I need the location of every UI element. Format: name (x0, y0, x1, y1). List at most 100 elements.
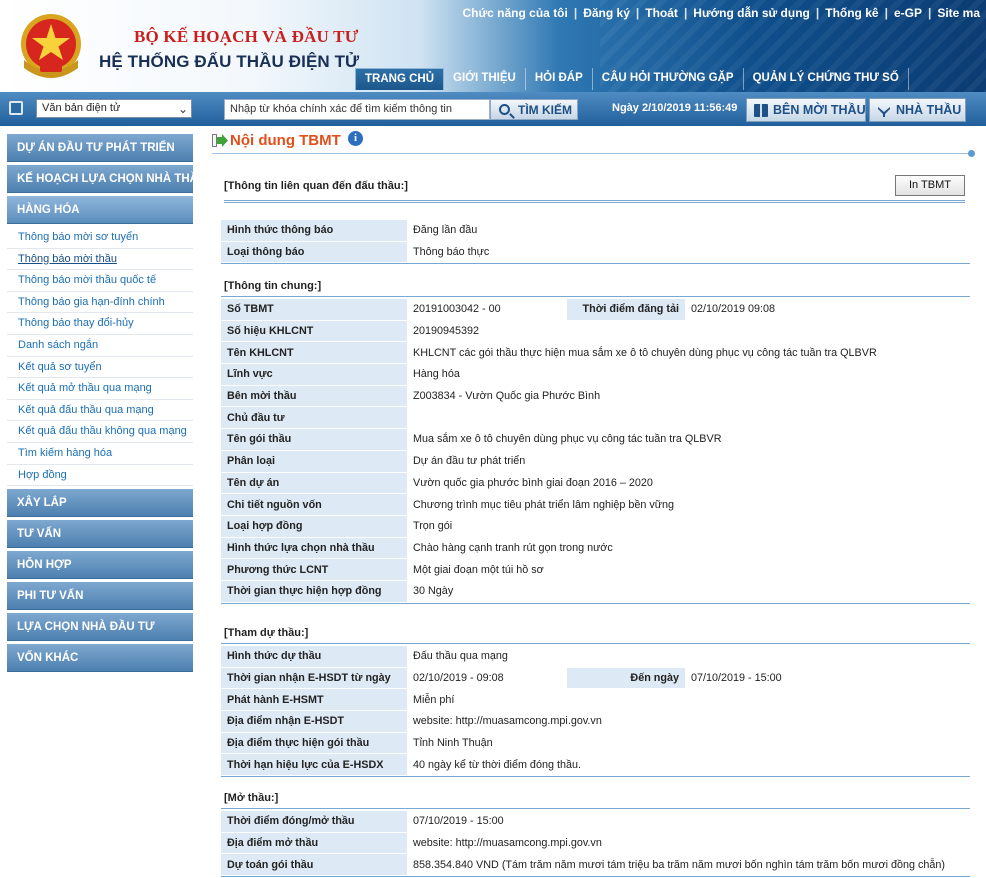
procuring-entity-label: BÊN MỜI THẦU (773, 103, 866, 117)
current-date: Ngày 2/10/2019 11:56:49 (612, 102, 738, 114)
sidebar-group-non-consulting[interactable]: PHI TƯ VẤN (7, 582, 193, 611)
table-row: Thời gian thực hiện hợp đồng 30 Ngày (221, 580, 970, 602)
table-row: Phát hành E-HSMT Miễn phí (221, 689, 970, 711)
field-label: Số hiệu KHLCNT (221, 320, 407, 342)
field-label: Tên dự án (221, 472, 407, 494)
table-row: Tên dự án Vườn quốc gia phước bình giai đ… (221, 472, 970, 494)
field-value: 02/10/2019 - 09:08 (407, 667, 567, 689)
sidebar-group-investor-selection[interactable]: LỰA CHỌN NHÀ ĐẦU TƯ (7, 613, 193, 642)
system-name: HỆ THỐNG ĐẤU THẦU ĐIỆN TỬ (99, 52, 360, 71)
field-value: website: http://muasamcong.mpi.gov.vn (407, 711, 970, 732)
field-value: 20190945392 (407, 320, 970, 342)
sidebar-item-offline-bidding-result[interactable]: Kết quả đấu thầu không qua mạng (7, 421, 193, 443)
sidebar-group-other-capital[interactable]: VỐN KHÁC (7, 644, 193, 673)
field-label: Loại thông báo (221, 241, 407, 263)
sidebar-group-development-investment[interactable]: DỰ ÁN ĐẦU TƯ PHÁT TRIỂN (7, 134, 193, 162)
table-row: Loại thông báo Thông báo thực (221, 241, 970, 263)
field-label: Lĩnh vực (221, 364, 407, 385)
top-link-logout[interactable]: Thoát (639, 6, 684, 20)
search-button[interactable]: TÌM KIẾM (490, 99, 578, 120)
field-value: 02/10/2019 09:08 (685, 299, 970, 320)
top-link-statistics[interactable]: Thống kê (819, 6, 884, 20)
table-row: Thời gian nhận E-HSDT từ ngày 02/10/2019… (221, 667, 970, 689)
sidebar-item-online-opening-result[interactable]: Kết quả mở thầu qua mạng (7, 378, 193, 400)
opening-table: Thời điểm đóng/mở thầu 07/10/2019 - 15:00… (221, 810, 970, 878)
field-label: Địa điểm thực hiện gói thầu (221, 732, 407, 754)
sidebar-item-change-cancel-notice[interactable]: Thông báo thay đổi-hủy (7, 313, 193, 335)
sidebar-group-construction[interactable]: XÂY LẮP (7, 489, 193, 518)
top-link-sitemap[interactable]: Site ma (931, 6, 986, 20)
table-row: Bên mời thầu Z003834 - Vườn Quốc gia Phướ… (221, 385, 970, 407)
table-row: Phân loại Dự án đầu tư phát triển (221, 450, 970, 472)
table-row: Chủ đầu tư (221, 407, 970, 429)
field-value: 20191003042 - 00 (407, 299, 567, 320)
tab-faq[interactable]: CÂU HỎI THƯỜNG GẶP (593, 68, 744, 90)
section-divider (221, 643, 970, 644)
search-button-label: TÌM KIẾM (518, 103, 572, 117)
sidebar-group-mixed[interactable]: HỖN HỢP (7, 551, 193, 580)
tab-certificate-management[interactable]: QUẢN LÝ CHỨNG THƯ SỐ (744, 68, 909, 90)
sidebar-item-tender-notice[interactable]: Thông báo mời thầu (7, 249, 193, 271)
top-link-register[interactable]: Đăng ký (577, 6, 636, 20)
table-row: Hình thức dự thầu Đấu thầu qua mạng (221, 646, 970, 667)
main-nav: TRANG CHỦ GIỚI THIỆU HỎI ĐÁP CÂU HỎI THƯ… (355, 68, 909, 90)
sidebar-group-contractor-selection-plan[interactable]: KẾ HOẠCH LỰA CHỌN NHÀ THẦU (7, 165, 206, 193)
field-value: Chào hàng cạnh tranh rút gọn trong nước (407, 537, 970, 559)
document-type-select[interactable]: Văn bản điện tử ⌄ (36, 99, 192, 118)
sidebar: DỰ ÁN ĐẦU TƯ PHÁT TRIỂN KẾ HOẠCH LỰA CHỌ… (7, 134, 206, 675)
table-row: Hình thức thông báo Đăng lần đầu (221, 220, 970, 241)
sidebar-group-consulting[interactable]: TƯ VẤN (7, 520, 193, 549)
table-row: Phương thức LCNT Một giai đoạn một túi hồ… (221, 559, 970, 580)
field-label: Địa điểm nhận E-HSDT (221, 711, 407, 732)
participation-table: Hình thức dự thầu Đấu thầu qua mạng Thời … (221, 645, 970, 778)
procuring-entity-button[interactable]: BÊN MỜI THẦU (746, 98, 866, 122)
field-label: Dự toán gói thầu (221, 854, 407, 876)
table-row: Hình thức lựa chọn nhà thầu Chào hàng cạn… (221, 537, 970, 559)
sidebar-group-goods[interactable]: HÀNG HÓA (7, 196, 193, 224)
sidebar-item-online-bidding-result[interactable]: Kết quả đấu thầu qua mạng (7, 400, 193, 422)
sidebar-item-extension-correction-notice[interactable]: Thông báo gia hạn-đính chính (7, 292, 193, 314)
info-icon[interactable]: i (348, 131, 363, 146)
table-row: Địa điểm thực hiện gói thầu Tỉnh Ninh Thu… (221, 732, 970, 754)
tab-qa[interactable]: HỎI ĐÁP (526, 68, 593, 90)
table-row: Số hiệu KHLCNT 20190945392 (221, 320, 970, 342)
field-value: Chương trình mục tiêu phát triển lâm ngh… (407, 494, 970, 515)
table-row: Tên gói thầu Mua sắm xe ô tô chuyên dùng … (221, 429, 970, 450)
sidebar-item-international-tender-notice[interactable]: Thông báo mời thầu quốc tế (7, 270, 193, 292)
sidebar-item-contracts[interactable]: Hợp đồng (7, 465, 193, 487)
grid-icon (9, 101, 23, 115)
field-value: Hàng hóa (407, 364, 970, 385)
top-link-user-guide[interactable]: Hướng dẫn sử dụng (687, 6, 816, 20)
field-label: Chi tiết nguồn vốn (221, 494, 407, 515)
field-label: Hình thức thông báo (221, 220, 407, 241)
tab-home[interactable]: TRANG CHỦ (355, 68, 444, 90)
sidebar-item-prequalification-result[interactable]: Kết quả sơ tuyển (7, 357, 193, 379)
section-divider (224, 200, 965, 203)
field-label: Thời điểm đăng tải (567, 299, 685, 320)
field-value: 40 ngày kể từ thời điểm đóng thầu. (407, 754, 970, 776)
table-row: Địa điểm nhận E-HSDT website: http://muas… (221, 711, 970, 732)
top-link-egp[interactable]: e-GP (888, 6, 928, 20)
field-value: Trọn gói (407, 515, 970, 537)
field-label: Tên gói thầu (221, 429, 407, 450)
table-row: Tên KHLCNT KHLCNT các gói thầu thực hiện … (221, 342, 970, 364)
document-type-value: Văn bản điện tử (42, 102, 121, 114)
arrow-right-icon (212, 134, 228, 147)
field-value: Mua sắm xe ô tô chuyên dùng phục vụ công… (407, 429, 970, 450)
top-link-my-functions[interactable]: Chức năng của tôi (456, 6, 573, 20)
print-tbmt-button[interactable]: In TBMT (895, 175, 965, 196)
search-input[interactable]: Nhập từ khóa chính xác để tìm kiếm thông… (224, 99, 490, 120)
sidebar-item-search-goods[interactable]: Tìm kiếm hàng hóa (7, 443, 193, 465)
site-header: BỘ KẾ HOẠCH VÀ ĐẦU TƯ HỆ THỐNG ĐẤU THẦU … (0, 0, 986, 92)
field-label: Thời gian thực hiện hợp đồng (221, 580, 407, 602)
field-label: Chủ đầu tư (221, 407, 407, 429)
field-value: Vườn quốc gia phước bình giai đoạn 2016 … (407, 472, 970, 494)
sidebar-item-shortlist[interactable]: Danh sách ngắn (7, 335, 193, 357)
field-value: 30 Ngày (407, 580, 970, 602)
contractor-button[interactable]: NHÀ THẦU (869, 98, 966, 122)
tab-about[interactable]: GIỚI THIỆU (444, 68, 526, 90)
table-row: Chi tiết nguồn vốn Chương trình mục tiêu … (221, 494, 970, 515)
sidebar-item-prequalification-notice[interactable]: Thông báo mời sơ tuyển (7, 227, 193, 249)
page-title-row: Nội dung TBMT i (212, 128, 976, 157)
field-label: Thời hạn hiệu lực của E-HSDX (221, 754, 407, 776)
